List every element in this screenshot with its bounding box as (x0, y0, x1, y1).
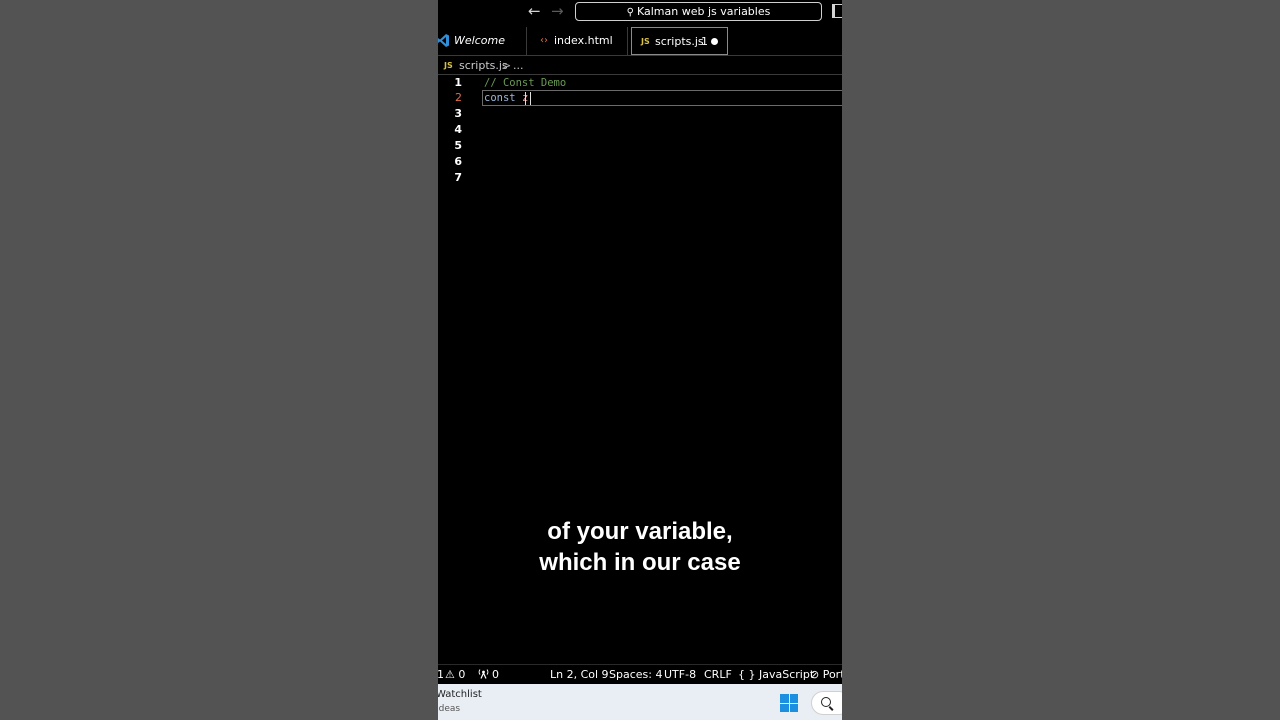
language-mode[interactable]: { } JavaScript (738, 665, 814, 684)
indentation[interactable]: Spaces: 4 (609, 665, 662, 684)
port-status[interactable]: ⊘ Port (810, 665, 842, 684)
code-line[interactable]: 3 (438, 106, 842, 122)
line-number: 3 (454, 107, 462, 120)
code-line[interactable]: 4 (438, 122, 842, 138)
editor-tab-bar: Welcome ‹› index.html JS scripts.js 1 (438, 27, 842, 56)
comment-token: // Const Demo (484, 77, 567, 89)
warning-count[interactable]: ⚠ 0 (445, 665, 465, 684)
cursor-position[interactable]: Ln 2, Col 9 (550, 665, 609, 684)
tab-label: Welcome (454, 34, 505, 47)
line-number: 4 (454, 123, 462, 136)
ports-count[interactable]: 0 (492, 665, 499, 684)
tab-scripts-js[interactable]: JS scripts.js 1 (631, 27, 728, 55)
code-line[interactable]: 6 (438, 154, 842, 170)
status-bar: 1 ⚠ 0 0 Ln 2, Col 9 Spaces: 4 UTF-8 CRLF… (438, 664, 842, 684)
line-number: 2 (455, 91, 462, 104)
line-ending[interactable]: CRLF (704, 665, 732, 684)
windows-taskbar: Watchlist Ideas (438, 684, 842, 720)
search-icon: ⚲ (626, 7, 634, 18)
keyword-token: const (484, 92, 516, 104)
windows-start-icon[interactable] (780, 694, 798, 712)
js-file-icon: JS (641, 37, 650, 46)
tab-label: index.html (554, 34, 613, 47)
current-line-highlight (482, 90, 842, 106)
chevron-right-icon: > (502, 59, 512, 72)
broadcast-icon (478, 669, 489, 679)
code-line[interactable]: 7 (438, 170, 842, 186)
js-file-icon: JS (444, 61, 453, 70)
widget-subtitle: Ideas (438, 704, 461, 714)
vscode-logo-icon (438, 34, 449, 47)
line-number: 5 (454, 139, 462, 152)
tab-label: scripts.js (655, 35, 704, 48)
search-text: Kalman web js variables (636, 5, 771, 18)
encoding[interactable]: UTF-8 (664, 665, 696, 684)
breadcrumb-symbols[interactable]: ... (513, 57, 524, 74)
forward-arrow-icon[interactable]: → (551, 2, 564, 20)
tab-welcome[interactable]: Welcome (438, 27, 527, 55)
line-number: 6 (454, 155, 462, 168)
text-cursor-icon (525, 92, 531, 105)
line-number: 1 (454, 76, 462, 89)
command-center-search[interactable]: ⚲ Kalman web js variables (575, 2, 822, 21)
subtitle-line: which in our case (539, 549, 741, 576)
line-number: 7 (454, 171, 462, 184)
tab-index-html[interactable]: ‹› index.html (528, 27, 628, 55)
html-file-icon: ‹› (540, 35, 548, 46)
vscode-window: ← → ⚲ Kalman web js variables Welcome ‹› … (438, 0, 842, 720)
video-subtitle: of your variable, which in our case (438, 516, 842, 578)
code-text: // Const Demo (484, 75, 566, 91)
ports-icon[interactable] (478, 665, 489, 684)
code-line-current[interactable]: 2 const z (438, 90, 842, 106)
error-count[interactable]: 1 (438, 665, 444, 684)
search-icon (821, 697, 831, 707)
problem-count-badge: 1 (701, 35, 708, 48)
taskbar-search-button[interactable] (811, 691, 842, 715)
widget-title[interactable]: Watchlist (438, 689, 482, 700)
back-arrow-icon[interactable]: ← (528, 2, 541, 20)
code-line[interactable]: 1 // Const Demo (438, 74, 842, 90)
layout-toggle-icon[interactable] (832, 4, 842, 18)
code-line[interactable]: 5 (438, 138, 842, 154)
breadcrumb-file[interactable]: scripts.js (459, 57, 508, 74)
subtitle-line: of your variable, (547, 518, 733, 545)
breadcrumb: JS scripts.js > ... (438, 57, 842, 74)
title-bar: ← → ⚲ Kalman web js variables (438, 0, 842, 24)
unsaved-dot-icon[interactable] (711, 38, 718, 45)
code-text: const z (484, 90, 528, 106)
